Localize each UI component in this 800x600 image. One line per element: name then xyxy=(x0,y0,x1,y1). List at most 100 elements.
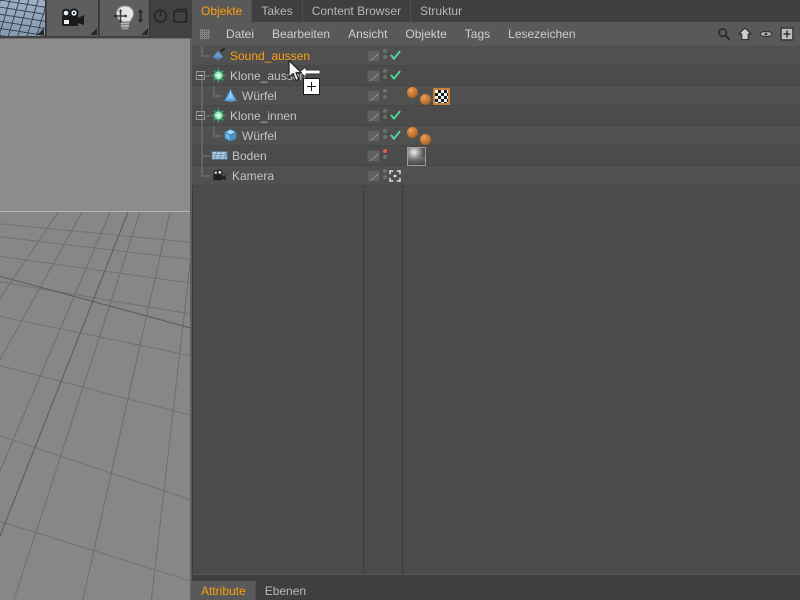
tab-content-browser[interactable]: Content Browser xyxy=(301,0,411,22)
tag-zone[interactable] xyxy=(404,46,407,66)
table-row[interactable]: Klone_aussen xyxy=(192,66,800,86)
visibility-dots[interactable] xyxy=(383,69,388,83)
tab-struktur-label: Struktur xyxy=(420,4,463,18)
row-name-zone[interactable]: Kamera xyxy=(192,166,363,186)
tag-zone[interactable] xyxy=(404,126,431,146)
object-manager-menu-icons xyxy=(717,22,794,46)
menu-datei[interactable]: Datei xyxy=(217,22,263,46)
viewport-3d-scene[interactable] xyxy=(0,38,191,600)
material-sphere-tag[interactable] xyxy=(420,134,431,145)
material-sphere-tag[interactable] xyxy=(420,94,431,105)
add-bookmark-icon[interactable] xyxy=(780,27,794,41)
camera-thumb[interactable] xyxy=(47,0,99,36)
rotate-icon[interactable] xyxy=(153,8,168,24)
panel-grip-icon[interactable] xyxy=(200,29,210,39)
menu-tags[interactable]: Tags xyxy=(456,22,499,46)
object-label: Klone_aussen xyxy=(230,69,307,83)
render-visibility-icon[interactable] xyxy=(367,170,380,182)
visibility-dots[interactable] xyxy=(383,49,388,63)
row-name-zone[interactable]: Boden xyxy=(192,146,363,166)
tab-objekte[interactable]: Objekte xyxy=(192,0,252,22)
tab-ebenen[interactable]: Ebenen xyxy=(254,581,316,600)
visibility-zone[interactable] xyxy=(364,166,402,186)
checker-texture-tag[interactable] xyxy=(433,87,450,105)
table-row[interactable]: Klone_innen xyxy=(192,106,800,126)
menu-objekte[interactable]: Objekte xyxy=(396,22,455,46)
visibility-zone[interactable] xyxy=(364,146,402,166)
object-label: Sound_aussen xyxy=(230,49,311,63)
object-manager-panel: Objekte Takes Content Browser Struktur D… xyxy=(192,0,800,600)
search-icon[interactable] xyxy=(717,27,731,41)
tag-zone[interactable] xyxy=(404,146,426,166)
visibility-zone[interactable] xyxy=(364,66,402,86)
viewport-nav-icons xyxy=(113,8,188,24)
render-visibility-icon[interactable] xyxy=(367,90,380,102)
maximize-icon[interactable] xyxy=(173,8,188,24)
visibility-zone[interactable] xyxy=(364,46,402,66)
object-manager-tabbar: Objekte Takes Content Browser Struktur xyxy=(192,0,800,22)
visibility-zone[interactable] xyxy=(364,86,402,106)
camera-icon xyxy=(61,8,84,26)
row-name-zone[interactable]: Sound_aussen xyxy=(192,46,363,66)
object-tree[interactable]: Sound_aussen Klone_aussen Würfel Klone_i… xyxy=(192,46,800,574)
visibility-dots[interactable] xyxy=(383,149,388,163)
enable-check-icon[interactable] xyxy=(390,70,401,81)
menu-lesezeichen[interactable]: Lesezeichen xyxy=(499,22,584,46)
home-up-icon[interactable] xyxy=(738,27,752,41)
camera-frame-icon[interactable] xyxy=(389,170,401,182)
tab-content-browser-label: Content Browser xyxy=(311,4,402,18)
visibility-dots[interactable] xyxy=(383,109,388,123)
render-visibility-icon[interactable] xyxy=(367,150,380,162)
tab-attribute[interactable]: Attribute xyxy=(192,581,255,600)
table-row[interactable]: Würfel xyxy=(192,126,800,146)
table-row[interactable]: Sound_aussen xyxy=(192,46,800,66)
row-name-zone[interactable]: Klone_innen xyxy=(192,106,363,126)
visibility-dots[interactable] xyxy=(383,129,388,143)
menu-ansicht[interactable]: Ansicht xyxy=(339,22,396,46)
row-name-zone[interactable]: Klone_aussen xyxy=(192,66,363,86)
viewport-ground-grid xyxy=(0,212,191,600)
move-icon[interactable] xyxy=(113,8,128,24)
visibility-zone[interactable] xyxy=(364,106,402,126)
tab-struktur[interactable]: Struktur xyxy=(410,0,472,22)
render-visibility-icon[interactable] xyxy=(367,130,380,142)
viewport-sky xyxy=(0,39,191,211)
grid-floor-thumb[interactable] xyxy=(0,0,46,36)
zoom-icon[interactable] xyxy=(133,8,148,24)
table-row[interactable]: Kamera xyxy=(192,166,800,186)
sound-object-icon xyxy=(212,48,226,61)
render-visibility-icon[interactable] xyxy=(367,110,380,122)
tag-zone[interactable] xyxy=(404,166,407,186)
eye-icon[interactable] xyxy=(759,27,773,41)
render-visibility-icon[interactable] xyxy=(367,50,380,62)
viewport-panel xyxy=(0,0,192,600)
cloner-object-icon xyxy=(211,108,226,123)
table-row[interactable]: Würfel xyxy=(192,86,800,106)
tag-zone[interactable] xyxy=(404,106,407,126)
visibility-dots[interactable] xyxy=(383,89,388,103)
tab-takes[interactable]: Takes xyxy=(251,0,302,22)
material-sphere-tag[interactable] xyxy=(407,87,418,98)
cinema4d-window: Objekte Takes Content Browser Struktur D… xyxy=(0,0,800,600)
cube-object-icon xyxy=(223,128,238,142)
material-sphere-tag[interactable] xyxy=(407,127,418,138)
object-manager-menubar: Datei Bearbeiten Ansicht Objekte Tags Le… xyxy=(192,22,800,46)
object-label: Klone_innen xyxy=(230,109,297,123)
chrome-material-tag[interactable] xyxy=(407,146,426,166)
visibility-dots[interactable] xyxy=(383,169,388,183)
visibility-zone[interactable] xyxy=(364,126,402,146)
grid-icon xyxy=(0,0,45,36)
enable-check-icon[interactable] xyxy=(390,50,401,61)
tag-zone[interactable] xyxy=(404,66,407,86)
object-label: Boden xyxy=(232,149,267,163)
object-label: Würfel xyxy=(242,89,277,103)
row-name-zone[interactable]: Würfel xyxy=(192,86,363,106)
enable-check-icon[interactable] xyxy=(390,110,401,121)
enable-check-icon[interactable] xyxy=(390,130,401,141)
menu-bearbeiten[interactable]: Bearbeiten xyxy=(263,22,339,46)
row-name-zone[interactable]: Würfel xyxy=(192,126,363,146)
render-visibility-icon[interactable] xyxy=(367,70,380,82)
floor-object-icon xyxy=(211,151,228,160)
tag-zone[interactable] xyxy=(404,86,450,106)
table-row[interactable]: Boden xyxy=(192,146,800,166)
